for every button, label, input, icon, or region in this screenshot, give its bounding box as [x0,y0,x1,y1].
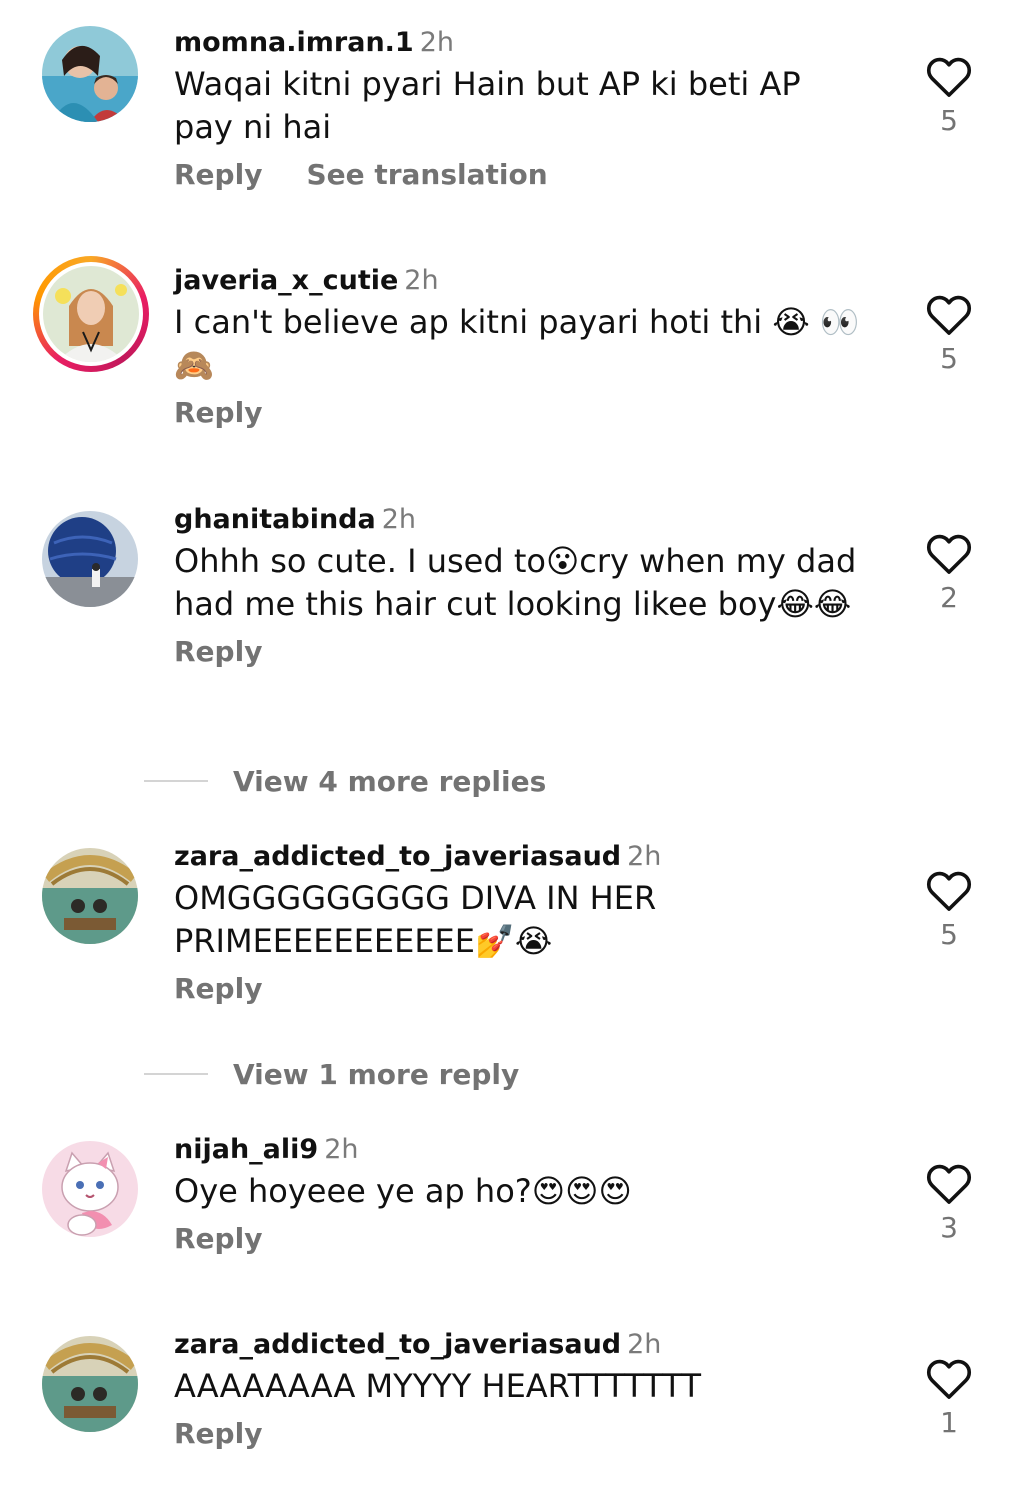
view-more-replies-label: View 4 more replies [233,764,547,798]
comment-text: Waqai kitni pyari Hain but AP ki beti AP… [174,65,801,146]
username[interactable]: javeria_x_cutie [174,265,398,296]
username[interactable]: nijah_ali9 [174,1134,318,1165]
comment-text: I can't believe ap kitni payari hoti thi… [174,303,860,384]
reply-button[interactable]: Reply [174,972,262,1005]
like-count: 5 [940,342,958,375]
heart-icon[interactable] [926,870,972,912]
comment-text: Ohhh so cute. I used to😮cry when my dad … [174,542,857,623]
view-more-replies-button[interactable]: View 4 more replies [144,761,546,801]
view-more-replies-label: View 1 more reply [233,1057,520,1091]
avatar[interactable] [42,848,138,944]
avatar-photo-icon [42,1336,138,1432]
avatar-story-ring[interactable] [33,256,149,372]
comment-text: AAAAAAAA MYYYY HEARTTTTTTT [174,1367,702,1405]
avatar-photo-icon [42,26,138,122]
reply-button[interactable]: Reply [174,396,262,429]
username[interactable]: zara_addicted_to_javeriasaud [174,1329,621,1360]
reply-button[interactable]: Reply [174,158,262,191]
comment-text: OMGGGGGGGGG DIVA IN HER PRIMEEEEEEEEEEE💅… [174,879,657,960]
timestamp: 2h [627,841,662,872]
heart-icon[interactable] [926,1358,972,1400]
like-count: 1 [940,1406,958,1439]
like-count: 5 [940,104,958,137]
avatar [43,266,139,362]
heart-icon[interactable] [926,533,972,575]
timestamp: 2h [404,265,439,296]
timestamp: 2h [627,1329,662,1360]
like-group: 5 [922,294,976,376]
divider-line [144,780,208,782]
heart-icon[interactable] [926,294,972,336]
timestamp: 2h [419,27,455,58]
view-more-replies-button[interactable]: View 1 more reply [144,1054,519,1094]
see-translation-button[interactable]: See translation [306,158,547,191]
like-group: 5 [922,870,976,952]
reply-button[interactable]: Reply [174,1222,262,1255]
heart-icon[interactable] [926,56,972,98]
divider-line [144,1073,208,1075]
heart-icon[interactable] [926,1163,972,1205]
reply-button[interactable]: Reply [174,635,262,668]
like-group: 2 [922,533,976,615]
username[interactable]: ghanitabinda [174,504,376,535]
like-group: 1 [922,1358,976,1440]
timestamp: 2h [324,1134,359,1165]
avatar-photo-icon [43,266,139,362]
like-count: 3 [940,1211,958,1244]
avatar-photo-icon [42,511,138,607]
like-count: 2 [940,581,958,614]
like-group: 3 [922,1163,976,1245]
comment-text: Oye hoyeee ye ap ho?😍😍😍 [174,1172,632,1210]
like-count: 5 [940,918,958,951]
like-group: 5 [922,56,976,138]
avatar[interactable] [42,1141,138,1237]
avatar-photo-icon [42,848,138,944]
timestamp: 2h [381,504,417,535]
reply-button[interactable]: Reply [174,1417,262,1450]
avatar[interactable] [42,511,138,607]
avatar-ring-gap [39,262,143,366]
cat-cartoon-icon [42,1141,138,1237]
username[interactable]: zara_addicted_to_javeriasaud [174,841,621,872]
username[interactable]: momna.imran.1 [174,27,414,58]
avatar[interactable] [42,1336,138,1432]
avatar[interactable] [42,26,138,122]
